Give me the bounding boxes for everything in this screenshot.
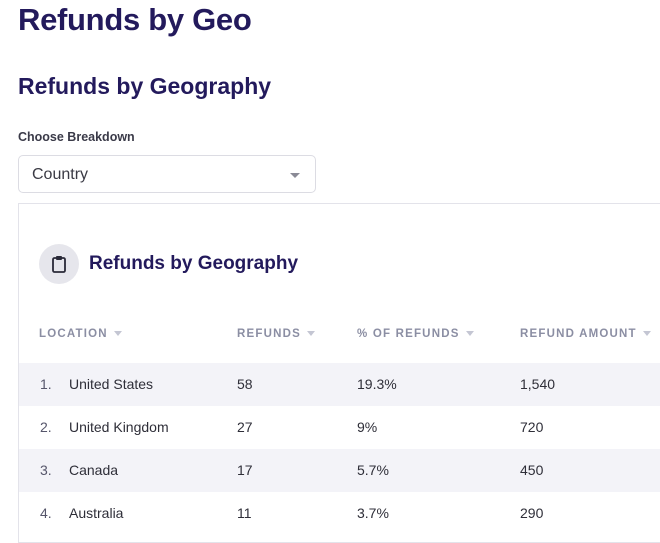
row-refund-amount: 720 (520, 419, 544, 435)
refunds-card: Refunds by Geography LOCATION REFUNDS % … (18, 203, 660, 543)
column-header-label: REFUNDS (237, 328, 301, 340)
row-pct-refunds: 19.3% (357, 376, 397, 392)
row-refund-amount: 290 (520, 505, 544, 521)
row-pct-refunds: 9% (357, 419, 378, 435)
section-title: Refunds by Geography (18, 73, 272, 99)
clipboard-icon (39, 244, 79, 284)
sort-caret-icon (113, 331, 122, 336)
row-location: Canada (69, 462, 119, 478)
breakdown-selected-value: Country (32, 166, 89, 183)
sort-caret-icon (642, 331, 651, 336)
column-header-label: LOCATION (39, 328, 108, 340)
row-index: 1. (40, 376, 52, 392)
column-header-pct-refunds[interactable]: % OF REFUNDS (357, 328, 474, 340)
table-row: 3. Canada 17 5.7% 450 (19, 449, 660, 492)
table-row: 2. United Kingdom 27 9% 720 (19, 406, 660, 449)
row-pct-refunds: 5.7% (357, 462, 389, 478)
table-row: 4. Australia 11 3.7% 290 (19, 492, 660, 535)
sort-caret-icon (307, 331, 315, 336)
row-refund-amount: 450 (520, 462, 544, 478)
row-index: 3. (40, 462, 52, 478)
chevron-down-icon (290, 173, 300, 178)
row-refund-amount: 1,540 (520, 376, 556, 392)
breakdown-label: Choose Breakdown (18, 130, 135, 144)
row-refunds: 58 (237, 376, 253, 392)
row-index: 4. (40, 505, 52, 521)
column-header-label: % OF REFUNDS (357, 328, 460, 340)
column-header-refund-amount[interactable]: REFUND AMOUNT (520, 328, 651, 340)
sort-caret-icon (465, 331, 474, 336)
row-location: United States (69, 376, 154, 392)
column-header-refunds[interactable]: REFUNDS (237, 328, 315, 340)
row-refunds: 11 (237, 505, 252, 521)
card-title: Refunds by Geography (89, 253, 299, 274)
row-location: Australia (69, 505, 124, 521)
row-pct-refunds: 3.7% (357, 505, 389, 521)
row-refunds: 27 (237, 419, 253, 435)
page-title: Refunds by Geo (18, 2, 252, 37)
column-header-location[interactable]: LOCATION (39, 328, 122, 340)
row-refunds: 17 (237, 462, 253, 478)
row-location: United Kingdom (69, 419, 169, 435)
breakdown-select[interactable]: Country (18, 155, 316, 193)
table-row: 1. United States 58 19.3% 1,540 (19, 363, 660, 406)
column-header-label: REFUND AMOUNT (520, 328, 637, 340)
row-index: 2. (40, 419, 52, 435)
